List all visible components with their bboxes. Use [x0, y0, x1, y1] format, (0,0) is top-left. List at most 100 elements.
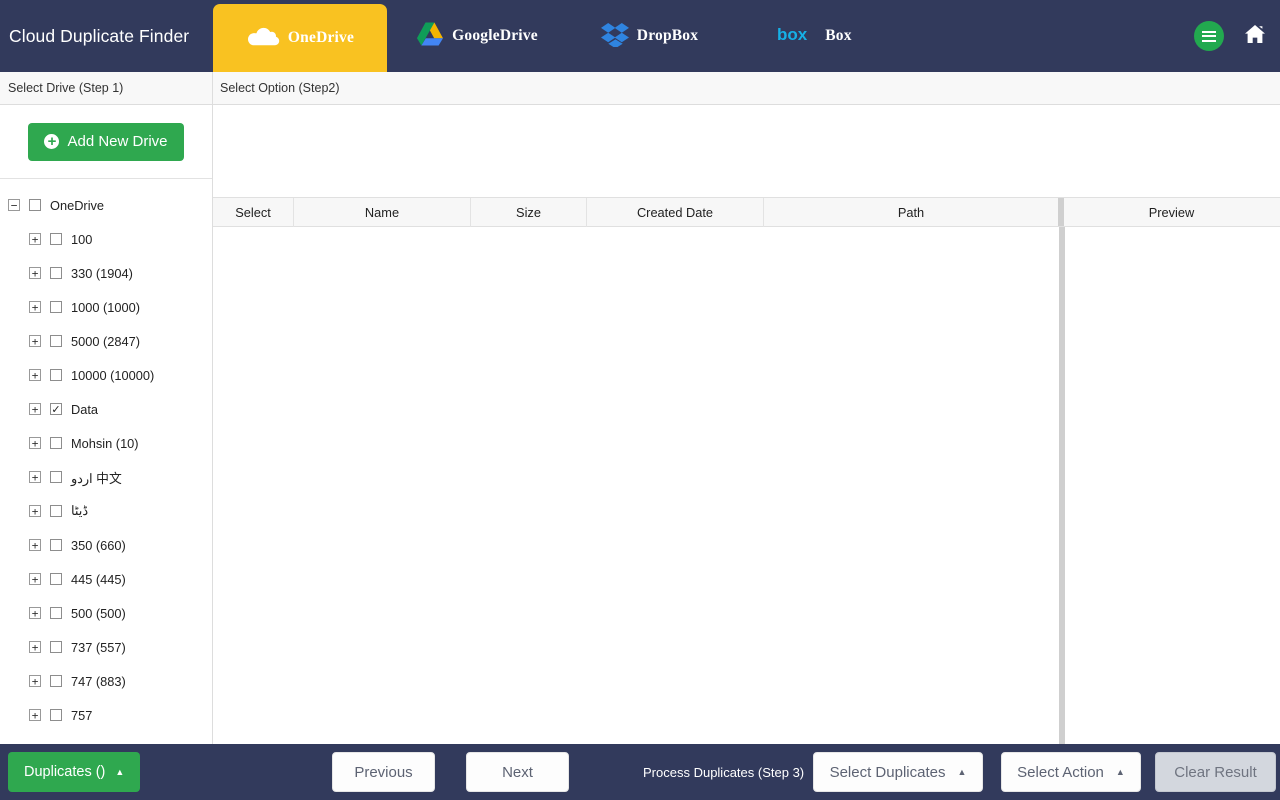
- tab-googledrive[interactable]: GoogleDrive: [387, 0, 567, 72]
- tree-checkbox[interactable]: [50, 573, 62, 585]
- next-button[interactable]: Next: [466, 752, 569, 792]
- tab-dropbox[interactable]: DropBox: [567, 0, 732, 72]
- navigation-buttons: Previous Next: [332, 752, 569, 792]
- hamburger-menu-icon[interactable]: [1194, 21, 1224, 51]
- tree-checkbox[interactable]: [50, 437, 62, 449]
- tab-label-onedrive: OneDrive: [288, 29, 354, 47]
- column-header-path[interactable]: Path: [764, 198, 1058, 227]
- table-header-row: Select Name Size Created Date Path Previ…: [213, 198, 1280, 227]
- tree-checkbox[interactable]: [50, 335, 62, 347]
- column-header-name[interactable]: Name: [294, 198, 471, 227]
- add-new-drive-button[interactable]: + Add New Drive: [28, 123, 183, 161]
- tree-checkbox[interactable]: [29, 199, 41, 211]
- tree-item[interactable]: +330 (1904): [0, 256, 212, 290]
- caret-up-icon-duplicates: ▲: [957, 768, 966, 777]
- process-duplicates-label: Process Duplicates (Step 3): [643, 765, 804, 780]
- tree-checkbox[interactable]: [50, 607, 62, 619]
- tree-checkbox[interactable]: [50, 539, 62, 551]
- clear-result-button[interactable]: Clear Result: [1155, 752, 1276, 792]
- app-header: Cloud Duplicate Finder OneDrive: [0, 0, 1280, 72]
- tree-item[interactable]: +Data: [0, 392, 212, 426]
- table-rows-container[interactable]: [213, 227, 1059, 744]
- column-header-select[interactable]: Select: [213, 198, 294, 227]
- expand-plus-icon[interactable]: +: [29, 471, 41, 483]
- dropbox-boxes-icon: [601, 21, 629, 52]
- duplicates-dropdown-button[interactable]: Duplicates () ▲: [8, 752, 140, 792]
- expand-plus-icon[interactable]: +: [29, 301, 41, 313]
- tree-item[interactable]: +100: [0, 222, 212, 256]
- tree-item[interactable]: +757: [0, 698, 212, 732]
- results-table: Select Name Size Created Date Path Previ…: [213, 198, 1280, 744]
- expand-plus-icon[interactable]: +: [29, 403, 41, 415]
- tree-children: +100+330 (1904)+1000 (1000)+5000 (2847)+…: [0, 222, 212, 732]
- collapse-minus-icon[interactable]: −: [8, 199, 20, 211]
- step2-label: Select Option (Step2): [213, 72, 1280, 104]
- expand-plus-icon[interactable]: +: [29, 709, 41, 721]
- tab-label-googledrive: GoogleDrive: [452, 27, 538, 45]
- tab-label-dropbox: DropBox: [637, 27, 698, 45]
- tab-onedrive[interactable]: OneDrive: [213, 4, 387, 72]
- tree-checkbox[interactable]: [50, 233, 62, 245]
- tree-label: 350 (660): [71, 538, 126, 553]
- select-duplicates-label: Select Duplicates: [830, 764, 946, 781]
- tree-checkbox[interactable]: [50, 675, 62, 687]
- expand-plus-icon[interactable]: +: [29, 437, 41, 449]
- tree-item[interactable]: +737 (557): [0, 630, 212, 664]
- tree-item[interactable]: + ڈیٹا: [0, 494, 212, 528]
- home-icon[interactable]: [1244, 24, 1266, 49]
- tree-item[interactable]: +Mohsin (10): [0, 426, 212, 460]
- onedrive-cloud-icon: [246, 25, 280, 52]
- table-body: [213, 227, 1280, 744]
- tree-item[interactable]: +445 (445): [0, 562, 212, 596]
- tab-label-box: Box: [825, 27, 851, 45]
- previous-button[interactable]: Previous: [332, 752, 435, 792]
- tree-label: 100: [71, 232, 92, 247]
- tree-checkbox[interactable]: [50, 301, 62, 313]
- expand-plus-icon[interactable]: +: [29, 267, 41, 279]
- expand-plus-icon[interactable]: +: [29, 335, 41, 347]
- expand-plus-icon[interactable]: +: [29, 233, 41, 245]
- tab-box[interactable]: box Box: [732, 0, 897, 72]
- tree-checkbox[interactable]: [50, 369, 62, 381]
- tree-label: 500 (500): [71, 606, 126, 621]
- select-action-label: Select Action: [1017, 764, 1104, 781]
- expand-plus-icon[interactable]: +: [29, 607, 41, 619]
- expand-plus-icon[interactable]: +: [29, 369, 41, 381]
- expand-plus-icon[interactable]: +: [29, 641, 41, 653]
- tree-checkbox[interactable]: [50, 471, 62, 483]
- tree-label: 330 (1904): [71, 266, 133, 281]
- sidebar: + Add New Drive − OneDrive +100+330 (190…: [0, 105, 213, 744]
- column-header-created-date[interactable]: Created Date: [587, 198, 764, 227]
- expand-plus-icon[interactable]: +: [29, 539, 41, 551]
- select-action-dropdown[interactable]: Select Action ▲: [1001, 752, 1141, 792]
- app-title: Cloud Duplicate Finder: [0, 0, 213, 72]
- tree-root-onedrive[interactable]: − OneDrive: [0, 188, 212, 222]
- tree-checkbox[interactable]: [50, 267, 62, 279]
- drive-tree[interactable]: − OneDrive +100+330 (1904)+1000 (1000)+5…: [0, 179, 212, 744]
- tree-checkbox[interactable]: [50, 709, 62, 721]
- caret-up-icon-action: ▲: [1116, 768, 1125, 777]
- tree-label: 747 (883): [71, 674, 126, 689]
- preview-pane[interactable]: [1065, 227, 1280, 744]
- tree-item[interactable]: +350 (660): [0, 528, 212, 562]
- tree-item[interactable]: +10000 (10000): [0, 358, 212, 392]
- tree-label: ڈیٹا: [71, 503, 88, 519]
- tree-checkbox[interactable]: [50, 505, 62, 517]
- tree-label: OneDrive: [50, 198, 104, 213]
- tree-item[interactable]: +اردو 中文: [0, 460, 212, 494]
- tree-item[interactable]: +747 (883): [0, 664, 212, 698]
- tree-item[interactable]: +1000 (1000): [0, 290, 212, 324]
- plus-circle-icon: +: [44, 134, 59, 149]
- tree-item[interactable]: +500 (500): [0, 596, 212, 630]
- tree-item[interactable]: +5000 (2847): [0, 324, 212, 358]
- header-actions: [1194, 0, 1266, 72]
- column-header-size[interactable]: Size: [471, 198, 587, 227]
- expand-plus-icon[interactable]: +: [29, 675, 41, 687]
- googledrive-triangle-icon: [416, 21, 444, 52]
- expand-plus-icon[interactable]: +: [29, 573, 41, 585]
- select-duplicates-dropdown[interactable]: Select Duplicates ▲: [813, 752, 983, 792]
- expand-plus-icon[interactable]: +: [29, 505, 41, 517]
- column-header-preview[interactable]: Preview: [1064, 198, 1279, 227]
- tree-checkbox[interactable]: [50, 641, 62, 653]
- tree-checkbox[interactable]: [50, 403, 62, 415]
